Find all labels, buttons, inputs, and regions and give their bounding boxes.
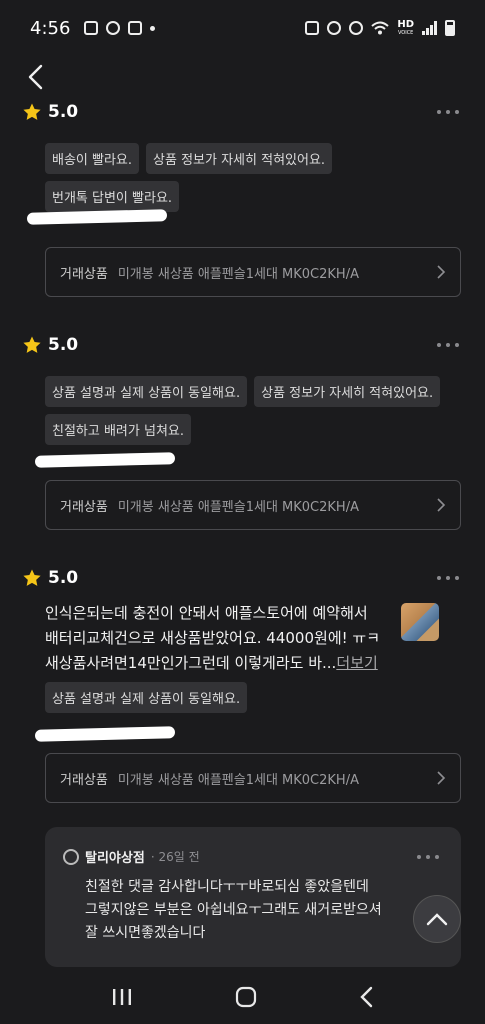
product-link[interactable]: 거래상품 미개봉 새상품 애플펜슬1세대 MK0C2KH/A <box>45 753 461 803</box>
more-options-icon[interactable] <box>437 576 463 580</box>
rating-value: 5.0 <box>48 568 79 588</box>
review-tag: 배송이 빨라요. <box>45 143 140 174</box>
product-name: 미개봉 새상품 애플펜슬1세대 MK0C2KH/A <box>117 266 359 282</box>
signal-icon <box>422 21 437 35</box>
chevron-up-icon <box>426 913 448 926</box>
system-nav-bar <box>0 970 485 1024</box>
vibrate-off-icon <box>349 21 364 35</box>
redaction-mark <box>26 209 168 225</box>
star-icon <box>23 569 41 586</box>
review-item: 5.0 <box>22 333 463 357</box>
seller-reply: 탈리야상점 · 26일 전 친절한 댓글 감사합니다ㅜㅜ바로되심 좋았을텐데 그… <box>45 827 461 967</box>
rating-value: 5.0 <box>48 102 79 122</box>
star-icon <box>23 336 41 353</box>
status-bar: 4:56 HD VOICE <box>0 0 485 56</box>
alarm-icon <box>327 21 342 35</box>
review-item: 5.0 <box>22 566 463 590</box>
reply-time: · 26일 전 <box>150 850 200 864</box>
review-tag: 상품 설명과 실제 상품이 동일해요. <box>45 682 248 713</box>
redaction-mark <box>34 452 176 468</box>
chevron-right-icon <box>437 265 446 279</box>
product-name: 미개봉 새상품 애플펜슬1세대 MK0C2KH/A <box>117 499 359 515</box>
product-label: 거래상품 <box>60 499 108 515</box>
review-tag: 번개톡 답변이 빨라요. <box>45 181 180 212</box>
chevron-right-icon <box>437 498 446 512</box>
status-time: 4:56 <box>30 17 71 39</box>
reply-text: 친절한 댓글 감사합니다ㅜㅜ바로되심 좋았을텐데 그렇지않은 부분은 아쉽네요ㅜ… <box>85 879 382 941</box>
home-icon[interactable] <box>234 985 258 1009</box>
back-button[interactable] <box>22 62 52 92</box>
star-icon <box>23 103 41 120</box>
review-tags: 상품 설명과 실제 상품이 동일해요. <box>45 682 345 713</box>
notification-dot-icon <box>150 25 156 31</box>
talk-icon <box>106 21 121 35</box>
product-link[interactable]: 거래상품 미개봉 새상품 애플펜슬1세대 MK0C2KH/A <box>45 480 461 530</box>
scroll-top-button[interactable] <box>413 895 461 943</box>
review-item: 5.0 <box>22 100 463 124</box>
product-label: 거래상품 <box>60 772 108 788</box>
mute-icon <box>128 21 143 35</box>
chevron-right-icon <box>437 771 446 785</box>
wifi-icon <box>371 21 389 35</box>
product-label: 거래상품 <box>60 266 108 282</box>
review-tag: 상품 정보가 자세히 적혀있어요. <box>146 143 333 174</box>
redaction-mark <box>34 726 176 742</box>
recent-apps-icon[interactable] <box>111 987 133 1007</box>
review-tag: 친절하고 배려가 넘쳐요. <box>45 414 191 445</box>
more-options-icon[interactable] <box>437 343 463 347</box>
review-photo-thumbnail[interactable] <box>401 603 439 641</box>
review-text: 인식은되는데 충전이 안돼서 애플스토어에 예약해서 배터리교체건으로 새상품받… <box>45 604 381 672</box>
hd-voice-icon: HD VOICE <box>397 19 414 37</box>
lock-icon <box>305 21 320 35</box>
product-link[interactable]: 거래상품 미개봉 새상품 애플펜슬1세대 MK0C2KH/A <box>45 247 461 297</box>
review-tags: 배송이 빨라요. 상품 정보가 자세히 적혀있어요. 번개톡 답변이 빨라요. <box>45 143 365 212</box>
more-options-icon[interactable] <box>437 110 463 114</box>
review-tag: 상품 설명과 실제 상품이 동일해요. <box>45 376 248 407</box>
more-options-icon[interactable] <box>417 854 443 859</box>
shop-icon <box>63 848 79 865</box>
review-tag: 상품 정보가 자세히 적혀있어요. <box>254 376 441 407</box>
battery-icon <box>445 20 455 36</box>
back-nav-icon[interactable] <box>359 986 375 1008</box>
rating-value: 5.0 <box>48 335 79 355</box>
review-tags: 상품 설명과 실제 상품이 동일해요. 상품 정보가 자세히 적혀있어요. 친절… <box>45 376 461 445</box>
shop-name[interactable]: 탈리야상점 <box>85 847 145 866</box>
product-name: 미개봉 새상품 애플펜슬1세대 MK0C2KH/A <box>117 772 359 788</box>
gallery-icon <box>84 21 99 35</box>
read-more-link[interactable]: 더보기 <box>336 654 377 672</box>
